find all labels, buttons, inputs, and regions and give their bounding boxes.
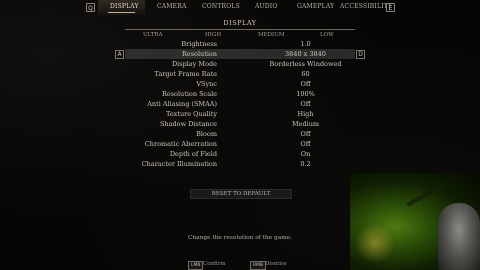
setting-row-chromatic-aberration[interactable]: Chromatic Aberration Off [125,139,355,149]
setting-label: Resolution Scale [161,90,217,98]
preset-ultra[interactable]: ULTRA [143,32,163,38]
webcam-person [438,203,480,270]
setting-row-target-frame-rate[interactable]: Target Frame Rate 60 [125,69,355,79]
prev-tab-key-icon[interactable]: Q [86,3,95,12]
dismiss-hint[interactable]: Dismiss [265,261,287,267]
webcam-light [355,223,395,263]
setting-label: Target Frame Rate [154,70,217,78]
setting-row-character-illumination[interactable]: Character Illumination 0.2 [125,159,355,169]
setting-value[interactable]: Medium [262,120,349,128]
setting-value[interactable]: Off [262,130,349,138]
setting-label: VSync [196,80,217,88]
setting-label: Resolution [181,50,217,58]
setting-value[interactable]: 60 [262,70,349,78]
setting-label: Texture Quality [166,110,217,118]
setting-label: Anti Aliasing (SMAA) [147,100,217,108]
setting-value[interactable]: Off [262,100,349,108]
setting-label: Chromatic Aberration [144,140,217,148]
webcam-background-detail [406,183,444,207]
lmb-key-icon: LMB [188,261,204,270]
increase-key-icon[interactable]: D [356,50,365,59]
active-tab-underline [108,12,135,13]
setting-row-shadow-distance[interactable]: Shadow Distance Medium [125,119,355,129]
confirm-hint[interactable]: Confirm [203,261,226,267]
setting-label: Display Mode [171,60,217,68]
tab-gameplay[interactable]: GAMEPLAY [297,3,334,10]
setting-value[interactable]: 100% [262,90,349,98]
setting-label: Brightness [181,40,217,48]
decrease-key-icon[interactable]: A [115,50,124,59]
top-nav: Q DISPLAY CAMERA CONTROLS AUDIO GAMEPLAY… [0,0,480,16]
setting-row-resolution-scale[interactable]: Resolution Scale 100% [125,89,355,99]
divider [125,29,355,30]
next-tab-key-icon[interactable]: E [386,3,395,12]
setting-row-resolution[interactable]: Resolution 3840 x 3840 [125,49,355,59]
preset-medium[interactable]: MEDIUM [258,32,285,38]
reset-to-default-button[interactable]: RESET TO DEFAULT [190,189,292,199]
tab-display[interactable]: DISPLAY [110,3,139,10]
webcam-overlay [350,173,480,270]
preset-high[interactable]: HIGH [205,32,221,38]
section-title: DISPLAY [223,19,257,27]
setting-row-bloom[interactable]: Bloom Off [125,129,355,139]
setting-row-anti-aliasing[interactable]: Anti Aliasing (SMAA) Off [125,99,355,109]
setting-value[interactable]: 3840 x 3840 [262,50,349,58]
rmb-key-icon: RMB [250,261,267,270]
setting-value[interactable]: 1.0 [262,40,349,48]
preset-low[interactable]: LOW [320,32,334,38]
setting-value[interactable]: Off [262,80,349,88]
tab-accessibility[interactable]: ACCESSIBILITY [340,3,392,10]
setting-value[interactable]: High [262,110,349,118]
setting-row-brightness[interactable]: Brightness 1.0 [125,39,355,49]
setting-row-depth-of-field[interactable]: Depth of Field On [125,149,355,159]
setting-row-display-mode[interactable]: Display Mode Borderless Windowed [125,59,355,69]
tab-audio[interactable]: AUDIO [255,3,278,10]
tab-camera[interactable]: CAMERA [157,3,187,10]
settings-list: Brightness 1.0 Resolution 3840 x 3840 Di… [125,39,355,169]
setting-row-vsync[interactable]: VSync Off [125,79,355,89]
setting-label: Depth of Field [169,150,217,158]
setting-value[interactable]: Borderless Windowed [262,60,349,68]
tab-controls[interactable]: CONTROLS [202,3,240,10]
setting-label: Bloom [196,130,217,138]
setting-row-texture-quality[interactable]: Texture Quality High [125,109,355,119]
setting-label: Character Illumination [141,160,217,168]
setting-label: Shadow Distance [159,120,217,128]
setting-value[interactable]: On [262,150,349,158]
setting-value[interactable]: Off [262,140,349,148]
setting-value[interactable]: 0.2 [262,160,349,168]
